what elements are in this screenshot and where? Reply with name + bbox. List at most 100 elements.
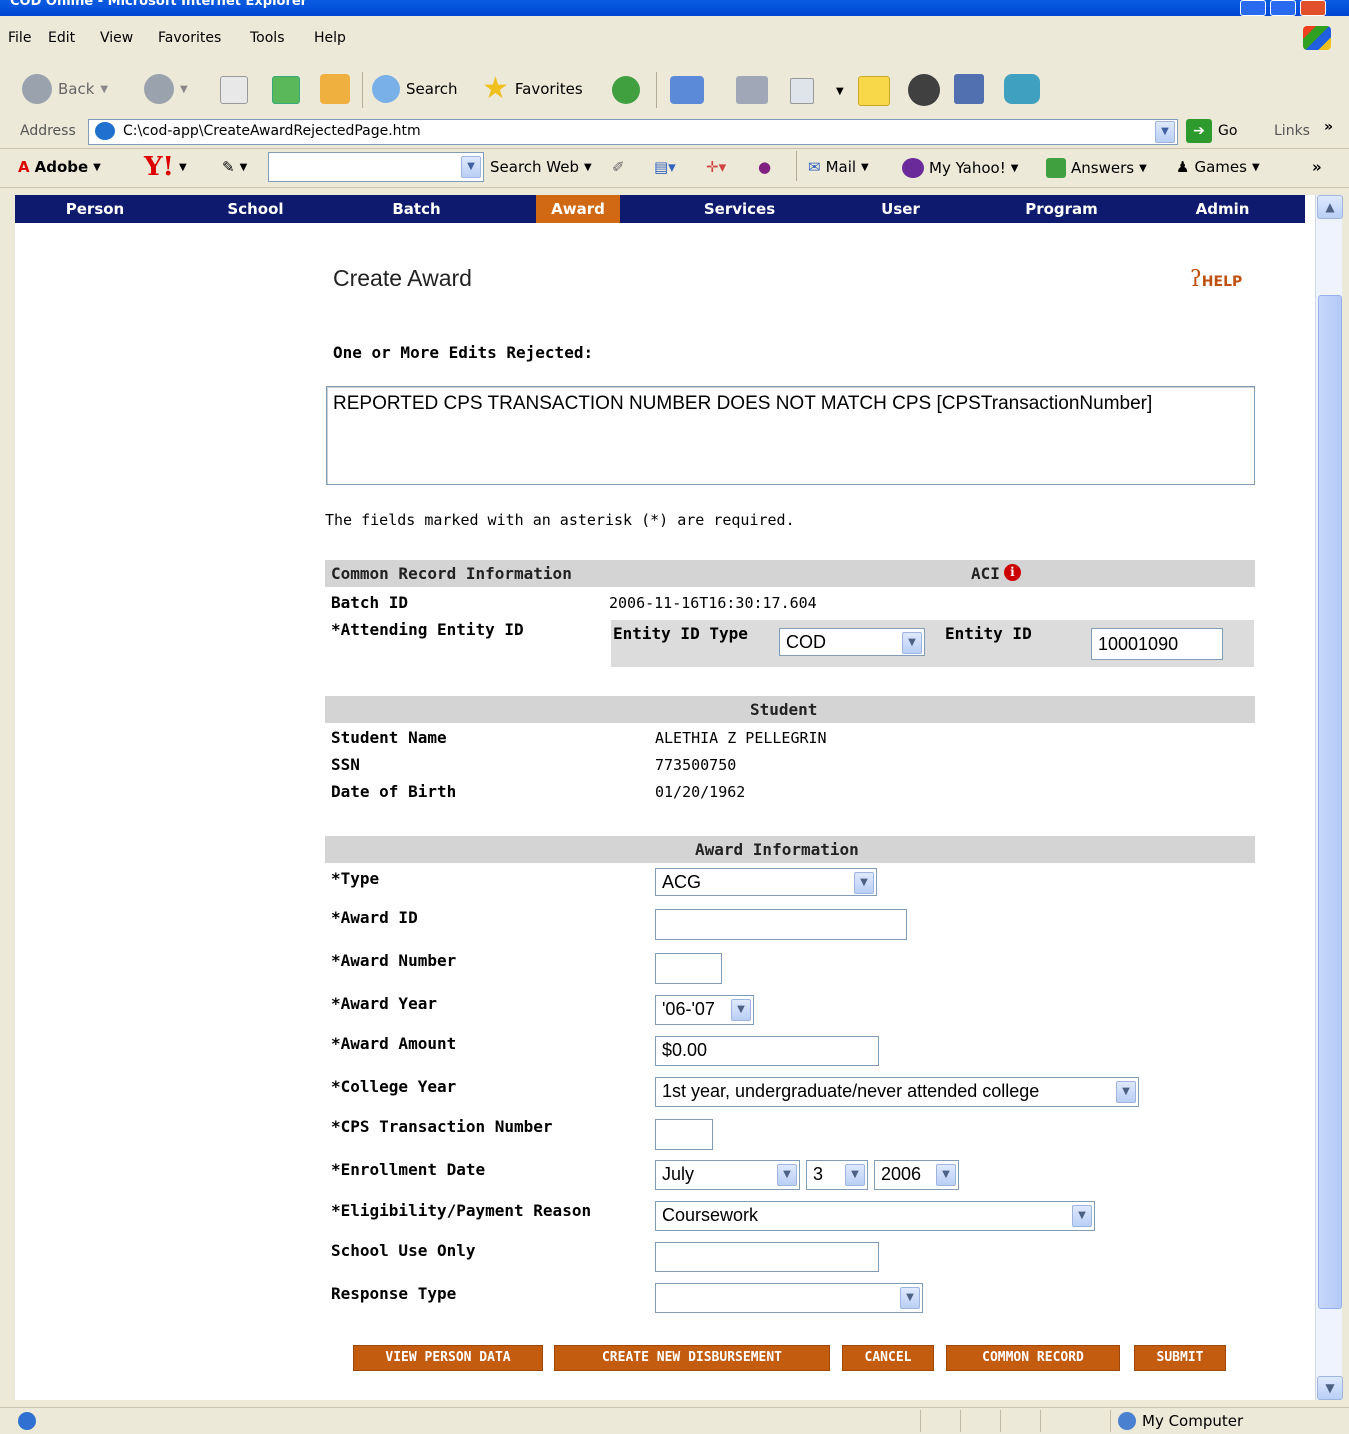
games-button[interactable]: ♟ Games ▼ bbox=[1176, 158, 1260, 176]
scroll-thumb[interactable] bbox=[1318, 295, 1342, 1309]
scroll-down-icon[interactable]: ▼ bbox=[1317, 1376, 1343, 1400]
nav-school[interactable]: School bbox=[175, 195, 336, 223]
edit-icon[interactable] bbox=[790, 78, 814, 104]
antispy-icon[interactable]: ✛▾ bbox=[706, 158, 726, 176]
entity-id-type-value: COD bbox=[786, 632, 826, 652]
menu-help[interactable]: Help bbox=[314, 30, 346, 46]
award-number-input[interactable] bbox=[655, 953, 722, 984]
search-web-button[interactable]: Search Web ▼ bbox=[490, 158, 592, 176]
back-button[interactable]: Back ▼ bbox=[22, 72, 108, 106]
home-icon[interactable] bbox=[320, 74, 350, 104]
window-title: COD Online - Microsoft Internet Explorer bbox=[10, 0, 308, 9]
stop-icon[interactable] bbox=[220, 76, 248, 104]
menu-tools[interactable]: Tools bbox=[250, 30, 285, 46]
nav-services[interactable]: Services bbox=[659, 195, 820, 223]
create-new-disbursement-button[interactable]: CREATE NEW DISBURSEMENT bbox=[554, 1345, 830, 1371]
menu-view[interactable]: View bbox=[100, 30, 133, 46]
print-icon[interactable] bbox=[736, 76, 768, 104]
envelope-icon: ✉ bbox=[808, 158, 821, 176]
response-type-label: Response Type bbox=[331, 1284, 457, 1303]
address-bar: Address C:\cod-app\CreateAwardRejectedPa… bbox=[0, 116, 1349, 149]
common-record-header: Common Record Information ACI i bbox=[325, 560, 1255, 587]
yahoo-search-input[interactable]: ▼ bbox=[268, 152, 484, 182]
entity-id-label: Entity ID bbox=[945, 624, 1032, 643]
games-label: Games bbox=[1194, 158, 1247, 176]
view-person-data-button[interactable]: VIEW PERSON DATA bbox=[353, 1345, 543, 1371]
chevron-down-icon: ▼ bbox=[93, 161, 101, 173]
nav-award[interactable]: Award bbox=[536, 195, 620, 223]
links-label[interactable]: Links bbox=[1274, 123, 1310, 139]
enrollment-year-select[interactable]: 2006 ▼ bbox=[874, 1160, 959, 1190]
highlight-icon[interactable]: ✐ bbox=[612, 158, 625, 176]
search-button[interactable]: Search bbox=[372, 72, 458, 106]
common-record-button[interactable]: COMMON RECORD bbox=[946, 1345, 1120, 1371]
my-yahoo-button[interactable]: My Yahoo! ▼ bbox=[902, 158, 1018, 178]
type-label: *Type bbox=[331, 869, 380, 888]
submit-button[interactable]: SUBMIT bbox=[1134, 1345, 1226, 1371]
history-icon[interactable] bbox=[612, 76, 640, 104]
messenger-icon[interactable] bbox=[1004, 74, 1040, 104]
chevron-down-icon: ▼ bbox=[845, 1164, 865, 1186]
close-window-button[interactable] bbox=[1300, 0, 1326, 16]
award-id-input[interactable] bbox=[655, 909, 907, 940]
cancel-button[interactable]: CANCEL bbox=[842, 1345, 934, 1371]
minimize-button[interactable] bbox=[1240, 0, 1266, 16]
chevron-down-icon: ▼ bbox=[1116, 1081, 1136, 1103]
yahoo-logo-button[interactable]: Y! ▼ bbox=[144, 152, 187, 182]
adobe-button[interactable]: A Adobe ▼ bbox=[18, 158, 101, 176]
chevron-down-icon: ▼ bbox=[836, 86, 844, 97]
enrollment-month-select[interactable]: July ▼ bbox=[655, 1160, 800, 1190]
vertical-scrollbar[interactable]: ▲ ▼ bbox=[1315, 195, 1343, 1400]
nav-user[interactable]: User bbox=[820, 195, 981, 223]
enrollment-day-value: 3 bbox=[813, 1164, 824, 1184]
response-type-select[interactable]: ▼ bbox=[655, 1283, 923, 1313]
answers-button[interactable]: Answers ▼ bbox=[1046, 158, 1147, 178]
menu-edit[interactable]: Edit bbox=[48, 30, 75, 46]
mail-button[interactable]: ✉ Mail ▼ bbox=[808, 158, 869, 176]
cps-input[interactable] bbox=[655, 1119, 713, 1150]
menu-favorites[interactable]: Favorites bbox=[158, 30, 221, 46]
mail-icon[interactable] bbox=[670, 76, 704, 104]
chevron-right-icon[interactable]: » bbox=[1312, 158, 1322, 176]
go-button[interactable]: ➔ Go bbox=[1186, 119, 1237, 143]
address-input[interactable]: C:\cod-app\CreateAwardRejectedPage.htm ▼ bbox=[88, 119, 1178, 145]
menu-file[interactable]: File bbox=[8, 30, 31, 46]
entity-id-input[interactable]: 10001090 bbox=[1091, 628, 1223, 660]
chevron-right-icon[interactable]: » bbox=[1324, 119, 1333, 135]
research-icon[interactable] bbox=[954, 74, 984, 104]
forward-button[interactable]: ▼ bbox=[144, 72, 188, 106]
nav-admin[interactable]: Admin bbox=[1142, 195, 1303, 223]
type-select[interactable]: ACG ▼ bbox=[655, 868, 877, 896]
scroll-up-icon[interactable]: ▲ bbox=[1317, 195, 1343, 219]
pencil-button[interactable]: ✎ ▼ bbox=[222, 158, 247, 176]
enrollment-day-select[interactable]: 3 ▼ bbox=[806, 1160, 868, 1190]
eligibility-select[interactable]: Coursework ▼ bbox=[655, 1201, 1095, 1231]
favorites-button[interactable]: ★ Favorites bbox=[482, 72, 583, 106]
star-icon: ★ bbox=[482, 71, 509, 106]
search-dropdown-icon[interactable]: ▼ bbox=[461, 156, 481, 178]
nav-program[interactable]: Program bbox=[981, 195, 1142, 223]
school-use-input[interactable] bbox=[655, 1242, 879, 1272]
chevron-down-icon: ▼ bbox=[100, 83, 109, 95]
award-year-select[interactable]: '06-'07 ▼ bbox=[655, 995, 754, 1025]
audio-icon[interactable]: ● bbox=[758, 158, 771, 176]
refresh-icon[interactable] bbox=[272, 76, 300, 104]
block-icon[interactable] bbox=[908, 74, 940, 106]
school-use-label: School Use Only bbox=[331, 1241, 476, 1260]
help-link[interactable]: ʔHELP bbox=[1190, 267, 1242, 292]
address-dropdown-icon[interactable]: ▼ bbox=[1155, 121, 1175, 143]
nav-batch[interactable]: Batch bbox=[336, 195, 497, 223]
nav-person[interactable]: Person bbox=[15, 195, 175, 223]
page-title: Create Award bbox=[333, 265, 472, 291]
info-icon[interactable]: i bbox=[1003, 564, 1021, 581]
maximize-button[interactable] bbox=[1270, 0, 1296, 16]
batch-id-label: Batch ID bbox=[331, 593, 409, 612]
games-icon: ♟ bbox=[1176, 158, 1190, 176]
calendar-icon[interactable]: ▤▾ bbox=[654, 158, 676, 176]
college-year-select[interactable]: 1st year, undergraduate/never attended c… bbox=[655, 1077, 1139, 1107]
discuss-icon[interactable] bbox=[858, 76, 890, 106]
chevron-down-icon: ▼ bbox=[584, 161, 592, 173]
entity-id-type-select[interactable]: COD ▼ bbox=[779, 628, 925, 656]
award-amount-input[interactable]: $0.00 bbox=[655, 1036, 879, 1066]
error-message-box[interactable]: REPORTED CPS TRANSACTION NUMBER DOES NOT… bbox=[326, 386, 1255, 485]
